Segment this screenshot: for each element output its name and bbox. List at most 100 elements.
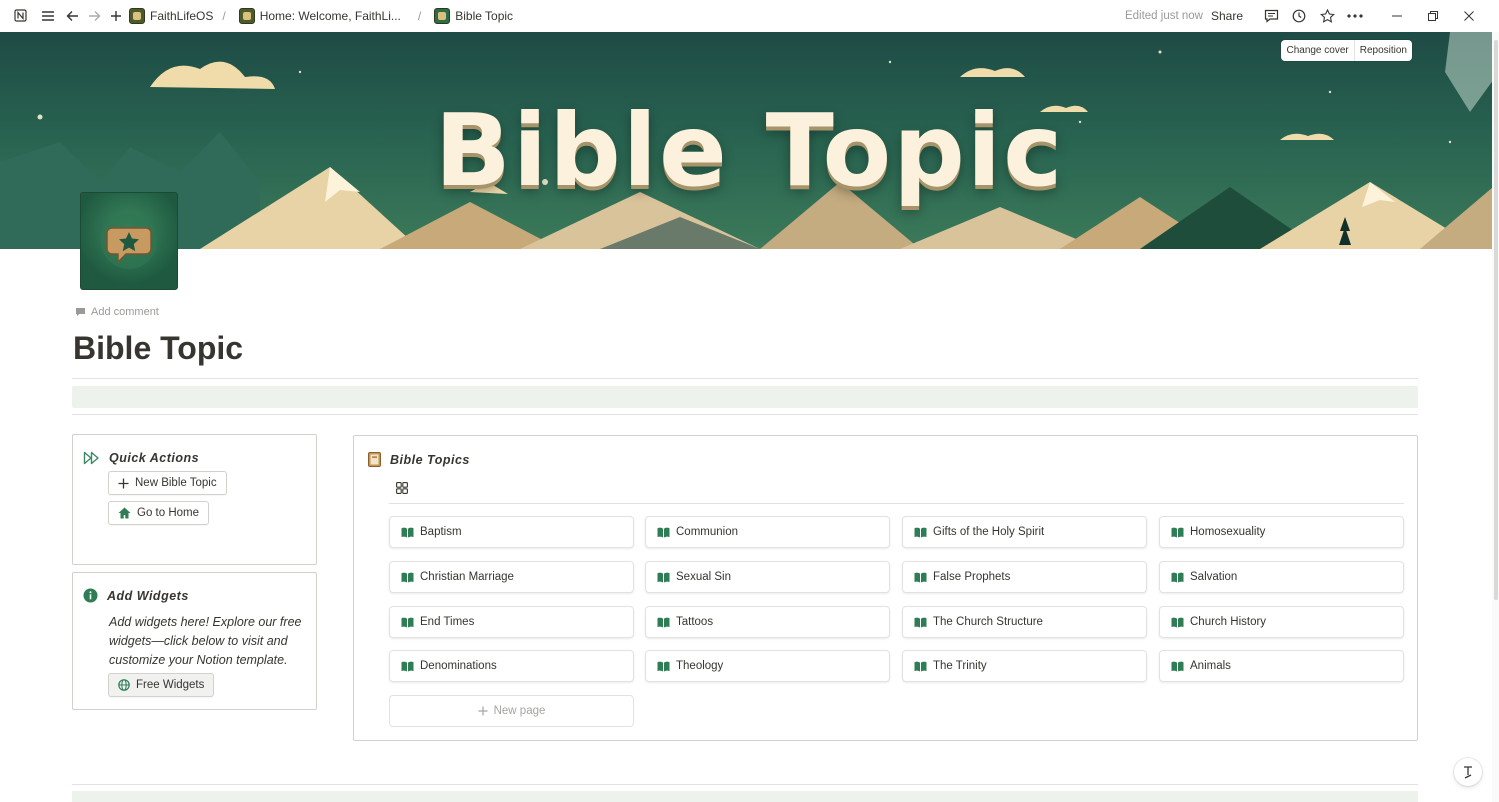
- speech-bubble-star-icon: [101, 213, 157, 269]
- notion-logo-icon[interactable]: [9, 5, 31, 27]
- topic-card[interactable]: The Trinity: [902, 650, 1147, 682]
- add-widgets-description: Add widgets here! Explore our free widge…: [109, 615, 302, 667]
- page-emoji-icon[interactable]: [80, 192, 178, 290]
- topic-card-label: Salvation: [1190, 571, 1238, 583]
- topic-card-label: Baptism: [420, 526, 462, 538]
- topic-card[interactable]: Tattoos: [645, 606, 890, 638]
- top-bar-right: Edited just now Share: [1125, 0, 1499, 31]
- add-comment-label: Add comment: [91, 306, 159, 318]
- cover-title-text: Bible Topic: [434, 92, 1065, 209]
- topic-card[interactable]: The Church Structure: [902, 606, 1147, 638]
- open-book-icon: [914, 617, 927, 627]
- new-bible-topic-label: New Bible Topic: [135, 477, 217, 489]
- new-page-label: New page: [493, 705, 546, 717]
- back-arrow-icon[interactable]: [61, 5, 83, 27]
- topic-card[interactable]: Communion: [645, 516, 890, 548]
- gallery-view-icon[interactable]: [396, 481, 408, 499]
- breadcrumb-item-home[interactable]: Home: Welcome, FaithLi...: [260, 9, 401, 23]
- open-book-icon: [1171, 527, 1184, 537]
- open-book-icon: [401, 617, 414, 627]
- topic-card[interactable]: False Prophets: [902, 561, 1147, 593]
- topic-card[interactable]: Christian Marriage: [389, 561, 634, 593]
- free-widgets-button[interactable]: Free Widgets: [108, 673, 215, 697]
- topic-card[interactable]: Sexual Sin: [645, 561, 890, 593]
- open-book-icon: [657, 572, 670, 582]
- home-icon: [118, 507, 131, 519]
- topic-card[interactable]: Baptism: [389, 516, 634, 548]
- more-options-icon[interactable]: [1341, 5, 1369, 27]
- topic-card[interactable]: End Times: [389, 606, 634, 638]
- globe-icon: [118, 679, 130, 691]
- topic-card-label: Tattoos: [676, 616, 714, 628]
- open-book-icon: [401, 527, 414, 537]
- free-widgets-label: Free Widgets: [136, 679, 205, 691]
- open-book-icon: [401, 572, 414, 582]
- favorite-star-icon[interactable]: [1313, 5, 1341, 27]
- topic-card-label: Denominations: [420, 660, 497, 672]
- top-bar-left: FaithLifeOS / Home: Welcome, FaithLi... …: [0, 0, 513, 31]
- topic-card[interactable]: Church History: [1159, 606, 1404, 638]
- bible-topics-title: Bible Topics: [390, 452, 470, 467]
- breadcrumb-item-faithlifeos[interactable]: FaithLifeOS: [150, 9, 213, 23]
- edited-status: Edited just now: [1124, 9, 1203, 22]
- add-widgets-header: Add Widgets: [83, 588, 189, 603]
- updates-clock-icon[interactable]: [1285, 5, 1313, 27]
- topic-card-label: Homosexuality: [1190, 526, 1266, 538]
- breadcrumb-item-bible-topic[interactable]: Bible Topic: [455, 9, 513, 23]
- open-book-icon: [914, 661, 927, 671]
- comment-icon: [76, 308, 85, 316]
- divider: [389, 503, 1404, 504]
- divider: [72, 378, 1418, 379]
- topic-card-label: Church History: [1190, 616, 1267, 628]
- change-cover-button[interactable]: Change cover: [1281, 40, 1355, 61]
- help-icon: [1464, 766, 1472, 779]
- topic-card[interactable]: Salvation: [1159, 561, 1404, 593]
- open-book-icon: [657, 527, 670, 537]
- faithlifeos-page-icon: [129, 7, 145, 24]
- restore-window-icon[interactable]: [1415, 5, 1451, 27]
- scrollbar-thumb[interactable]: [1494, 40, 1498, 600]
- topic-card[interactable]: Theology: [645, 650, 890, 682]
- page-title[interactable]: Bible Topic: [73, 330, 243, 367]
- add-comment-button[interactable]: Add comment: [75, 306, 159, 318]
- topic-card-label: Christian Marriage: [420, 571, 514, 583]
- callout-banner: [72, 791, 1418, 802]
- topic-card-label: Sexual Sin: [676, 571, 731, 583]
- cover-controls: Change cover Reposition: [1281, 40, 1412, 61]
- new-page-button[interactable]: New page: [389, 695, 634, 727]
- close-window-icon[interactable]: [1451, 5, 1487, 27]
- topic-card[interactable]: Homosexuality: [1159, 516, 1404, 548]
- topic-card-label: The Trinity: [933, 660, 987, 672]
- add-widgets-panel: Add Widgets Add widgets here! Explore ou…: [72, 572, 317, 710]
- topic-card[interactable]: Gifts of the Holy Spirit: [902, 516, 1147, 548]
- comments-icon[interactable]: [1257, 5, 1285, 27]
- help-button[interactable]: [1454, 758, 1482, 786]
- topic-card[interactable]: Denominations: [389, 650, 634, 682]
- topic-card-label: Theology: [676, 660, 724, 672]
- sidebar-menu-icon[interactable]: [37, 5, 59, 27]
- open-book-icon: [914, 572, 927, 582]
- forward-arrow-icon[interactable]: [83, 5, 105, 27]
- bible-topic-page-icon: [434, 7, 451, 24]
- topic-card-label: False Prophets: [933, 571, 1011, 583]
- new-tab-plus-icon[interactable]: [105, 5, 127, 27]
- bible-topics-panel: Bible Topics Baptism Communion Gifts of th…: [353, 435, 1418, 741]
- divider: [72, 784, 1418, 785]
- go-to-home-button[interactable]: Go to Home: [108, 501, 209, 525]
- page-cover: Bible Topic Change cover Reposition: [0, 32, 1499, 249]
- top-bar: FaithLifeOS / Home: Welcome, FaithLi... …: [0, 0, 1499, 31]
- plus-icon: [478, 706, 488, 716]
- minimize-window-icon[interactable]: [1379, 5, 1415, 27]
- quick-actions-panel: Quick Actions New Bible Topic Go to Home: [72, 434, 317, 565]
- topic-card-label: Gifts of the Holy Spirit: [933, 526, 1045, 538]
- open-book-icon: [1171, 617, 1184, 627]
- open-book-icon: [914, 527, 927, 537]
- topic-card-label: Animals: [1190, 660, 1231, 672]
- quick-actions-header: Quick Actions: [83, 451, 199, 465]
- reposition-button[interactable]: Reposition: [1355, 40, 1412, 61]
- share-button[interactable]: Share: [1211, 9, 1243, 23]
- bible-topics-header: Bible Topics: [368, 452, 470, 467]
- topic-card[interactable]: Animals: [1159, 650, 1404, 682]
- new-bible-topic-button[interactable]: New Bible Topic: [108, 471, 227, 495]
- breadcrumb-separator: /: [222, 8, 226, 23]
